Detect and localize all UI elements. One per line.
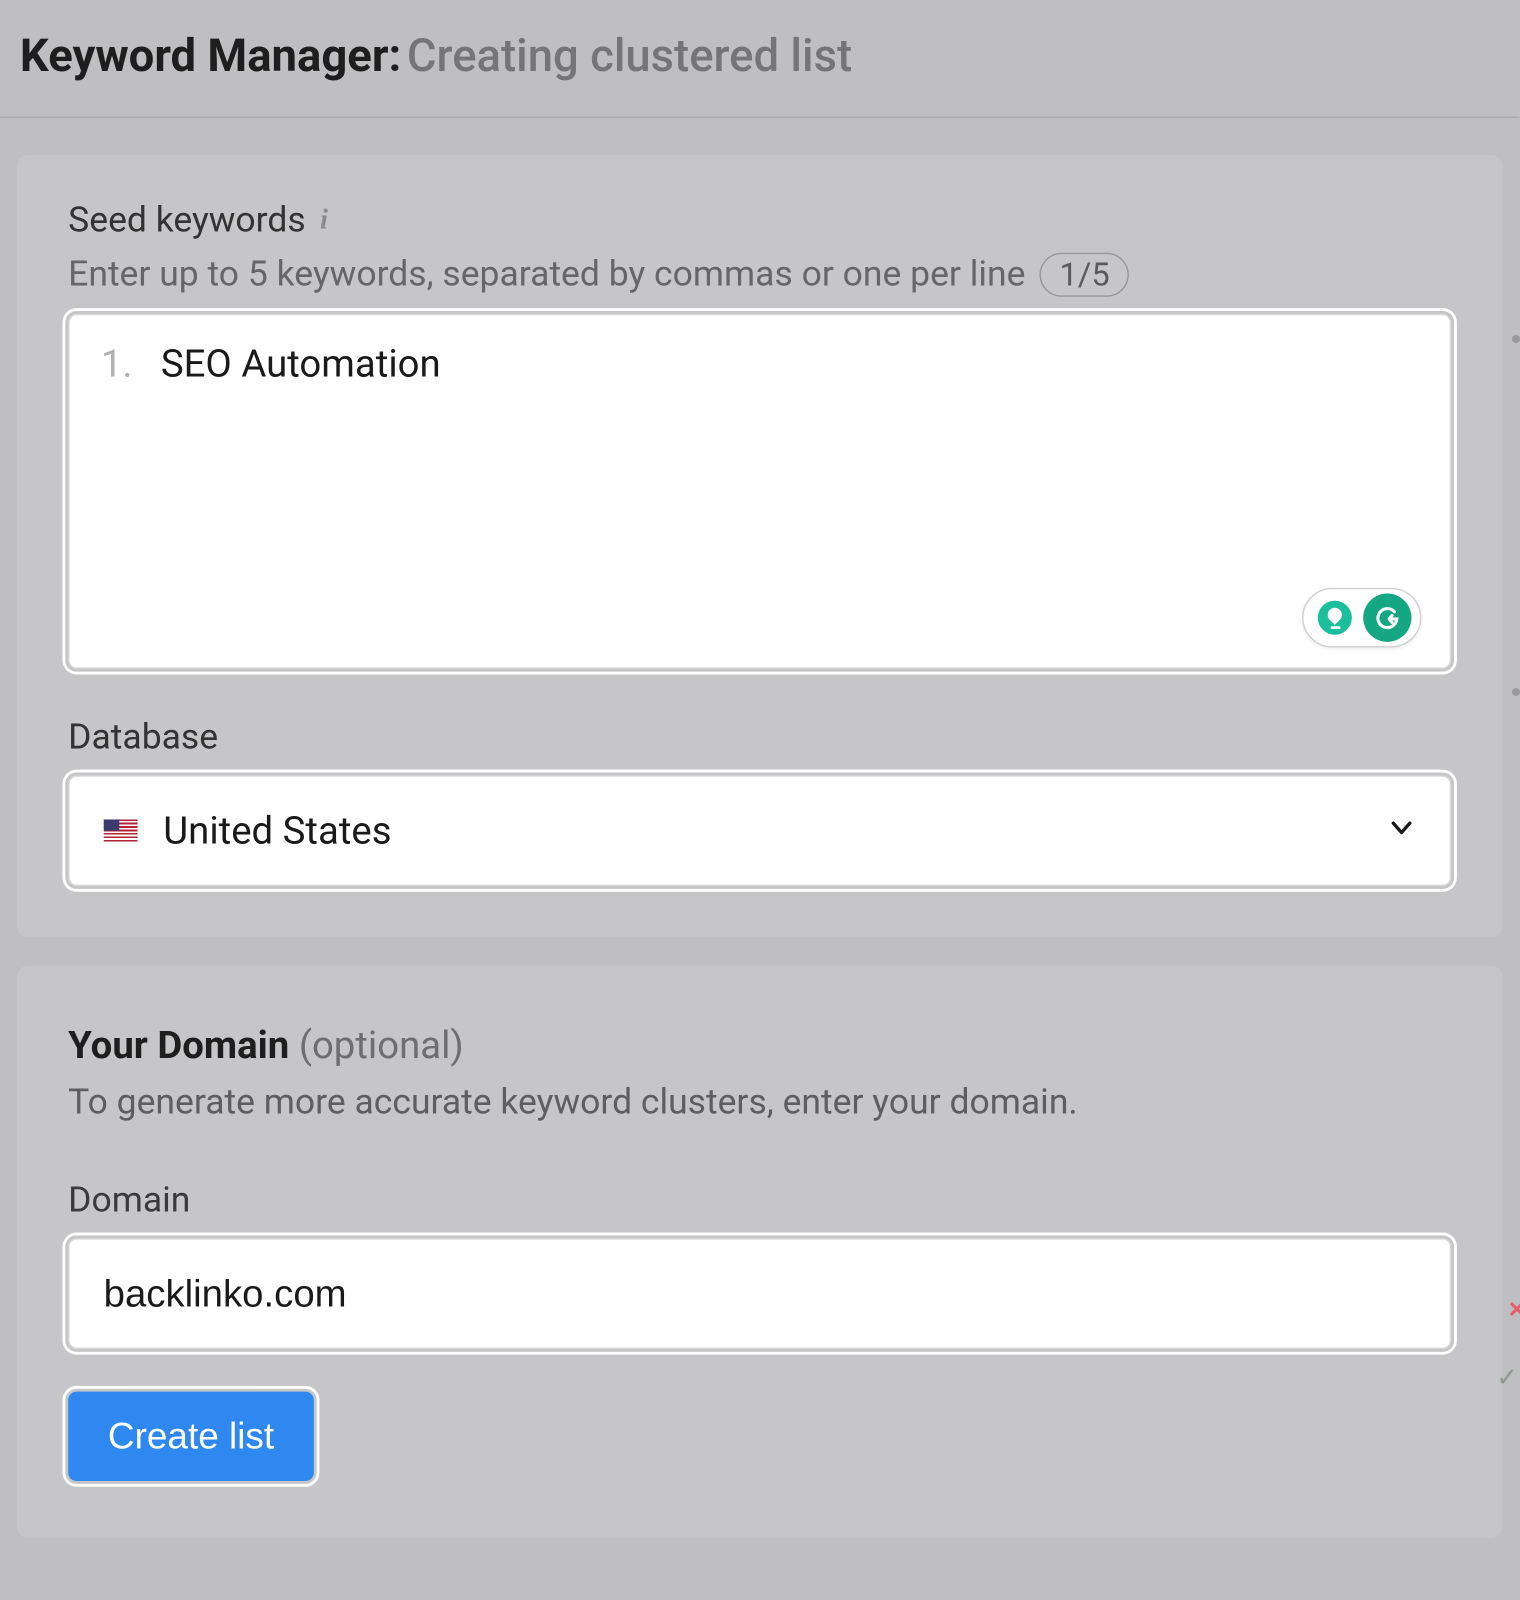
page-header: Keyword Manager: Creating clustered list xyxy=(0,0,1519,118)
domain-heading: Your Domain (optional) xyxy=(68,1022,1451,1067)
domain-heading-optional: (optional) xyxy=(299,1022,464,1067)
side-validation-marks: ✕ ✓ xyxy=(1496,1298,1520,1393)
keyword-line: 1. SEO Automation xyxy=(101,341,1419,386)
seed-keywords-hint: Enter up to 5 keywords, separated by com… xyxy=(68,254,1025,295)
grammarly-widget[interactable] xyxy=(1302,588,1421,648)
seed-keywords-label: Seed keywords xyxy=(68,200,306,241)
indicator-dot xyxy=(1512,688,1520,696)
info-icon[interactable]: i xyxy=(320,204,328,237)
database-label: Database xyxy=(68,717,1451,758)
seed-keywords-card: Seed keywords i Enter up to 5 keywords, … xyxy=(17,155,1502,937)
keyword-text: SEO Automation xyxy=(161,341,441,386)
create-list-button[interactable]: Create list xyxy=(68,1392,314,1481)
database-select[interactable]: United States xyxy=(68,775,1451,886)
domain-input-wrapper[interactable] xyxy=(68,1238,1451,1349)
keyword-count-badge: 1/5 xyxy=(1040,253,1130,297)
side-indicator-dots xyxy=(1512,335,1520,696)
seed-keywords-hint-row: Enter up to 5 keywords, separated by com… xyxy=(68,253,1451,297)
page-subtitle: Creating clustered list xyxy=(407,28,852,82)
grammarly-icon[interactable] xyxy=(1363,594,1411,642)
domain-input[interactable] xyxy=(104,1272,1416,1316)
domain-heading-text: Your Domain xyxy=(68,1022,289,1067)
x-mark-icon: ✕ xyxy=(1508,1298,1520,1323)
chevron-down-icon xyxy=(1387,814,1415,848)
check-mark-icon: ✓ xyxy=(1496,1363,1518,1393)
database-selected-value: United States xyxy=(163,808,391,853)
page-title: Keyword Manager: xyxy=(20,28,401,82)
seed-keywords-input[interactable]: 1. SEO Automation xyxy=(68,314,1451,669)
keyword-number: 1. xyxy=(101,341,133,386)
your-domain-card: Your Domain (optional) To generate more … xyxy=(17,966,1502,1538)
domain-hint: To generate more accurate keyword cluste… xyxy=(68,1082,1451,1123)
domain-field-label: Domain xyxy=(68,1180,1451,1221)
us-flag-icon xyxy=(104,819,138,842)
grammarly-tone-icon[interactable] xyxy=(1318,601,1352,635)
indicator-dot xyxy=(1512,335,1520,343)
